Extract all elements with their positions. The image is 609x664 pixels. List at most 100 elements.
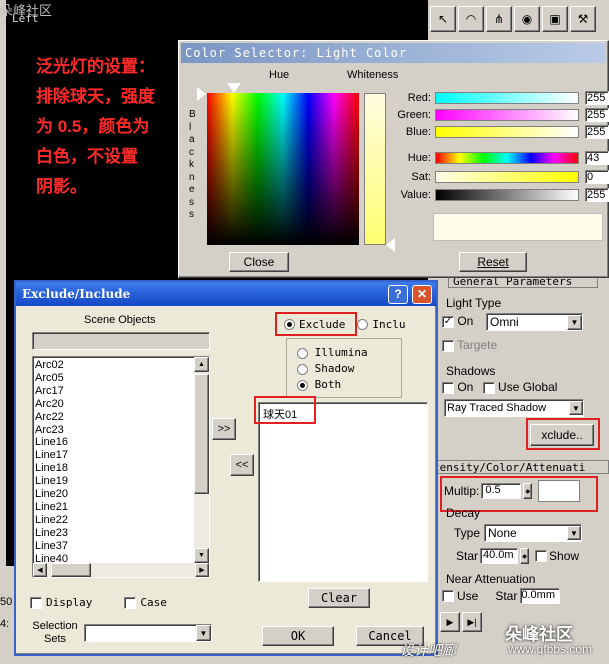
list-item[interactable]: Line23 xyxy=(35,527,207,540)
whiteness-pointer[interactable] xyxy=(386,238,395,252)
list-item[interactable]: Line21 xyxy=(35,501,207,514)
color-selector-titlebar[interactable]: Color Selector: Light Color xyxy=(181,43,606,63)
left-strip-num: 50 xyxy=(0,596,13,608)
hue-pointer-left[interactable] xyxy=(197,87,206,101)
note-line: 阴影。 xyxy=(36,177,87,196)
scene-objects-list[interactable]: Arc02 Arc05 Arc17 Arc20 Arc22 Arc23 Line16 Line… xyxy=(32,356,210,578)
light-type-select[interactable]: Omni ▼ xyxy=(486,313,583,331)
decay-type-select[interactable]: None ▼ xyxy=(484,524,582,542)
display-label: Display xyxy=(46,596,93,609)
blue-slider[interactable] xyxy=(435,125,579,138)
list-item[interactable]: Arc20 xyxy=(35,398,207,411)
shadow-type-select[interactable]: Ray Traced Shadow ▼ xyxy=(444,399,584,417)
utilities-icon[interactable]: ⚒ xyxy=(570,6,596,32)
blackness-label: B l a c k n e s s xyxy=(189,109,196,220)
exclude-titlebar[interactable]: Exclude/Include xyxy=(16,282,436,306)
sat-value[interactable]: 0 xyxy=(585,170,609,184)
shadow-on-label: On xyxy=(457,380,474,394)
scroll-thumb[interactable] xyxy=(194,374,209,494)
chevron-down-icon[interactable]: ▼ xyxy=(196,625,211,641)
list-item[interactable]: Line16 xyxy=(35,436,207,449)
play-icon[interactable]: ▶ xyxy=(440,612,460,632)
hscroll-thumb[interactable] xyxy=(51,563,91,577)
selection-sets-select[interactable]: ▼ xyxy=(84,624,212,642)
include-radio[interactable] xyxy=(357,319,369,330)
list-item[interactable]: Arc02 xyxy=(35,359,207,372)
clear-button[interactable]: Clear xyxy=(308,588,370,608)
chevron-down-icon[interactable]: ▼ xyxy=(567,314,582,330)
command-panel: General Parameters Light Type ✓ On Omni … xyxy=(432,270,609,630)
scene-objects-label: Scene Objects xyxy=(84,314,156,326)
targeted-label: Targete xyxy=(457,338,498,352)
near-start-label: Star xyxy=(495,589,518,603)
blue-value[interactable]: 255 xyxy=(585,124,609,139)
near-start-input[interactable]: 0.0mm xyxy=(520,588,561,604)
scroll-down-icon[interactable]: ▼ xyxy=(194,548,209,563)
whiteness-bar[interactable] xyxy=(364,93,386,245)
show-checkbox[interactable] xyxy=(535,550,548,562)
display-checkbox[interactable] xyxy=(30,596,42,609)
value-value[interactable]: 255 xyxy=(585,188,609,202)
arc-icon[interactable]: ◠ xyxy=(458,6,484,32)
hue-blackness-picker[interactable] xyxy=(207,93,359,245)
decay-start-spinner[interactable]: ◆ xyxy=(520,548,530,564)
hue-slider[interactable] xyxy=(435,152,579,164)
value-slider[interactable] xyxy=(435,189,579,201)
watermark-url: www.qfbbs.com xyxy=(508,642,593,656)
near-atten-label: Near Attenuation xyxy=(446,572,536,586)
list-item[interactable]: Line20 xyxy=(35,488,207,501)
shadow-radio[interactable] xyxy=(297,363,308,375)
list-vscroll[interactable]: ▲ ▼ xyxy=(194,357,209,563)
scene-filter-input[interactable] xyxy=(32,332,210,350)
list-item[interactable]: Line17 xyxy=(35,449,207,462)
list-item[interactable]: Arc22 xyxy=(35,411,207,424)
targeted-checkbox[interactable] xyxy=(442,339,454,352)
note-line: 白色，不设置 xyxy=(36,147,138,166)
both-radio[interactable] xyxy=(297,379,308,391)
color-preview xyxy=(433,213,603,241)
ok-button[interactable]: OK xyxy=(262,626,334,646)
light-on-checkbox[interactable]: ✓ xyxy=(442,315,454,328)
near-use-label: Use xyxy=(457,589,479,603)
case-checkbox[interactable] xyxy=(124,596,137,609)
scroll-up-icon[interactable]: ▲ xyxy=(194,357,209,372)
list-item[interactable]: Line19 xyxy=(35,475,207,488)
list-item[interactable]: Line37 xyxy=(35,540,207,553)
intensity-rollout[interactable]: tensity/Color/Attenuati xyxy=(432,460,609,474)
decay-start-input[interactable]: 40.0m xyxy=(480,548,519,564)
remove-button[interactable]: << xyxy=(230,454,254,476)
red-slider[interactable] xyxy=(435,91,579,104)
list-item[interactable]: Arc05 xyxy=(35,372,207,385)
green-slider[interactable] xyxy=(435,108,579,121)
shadow-on-checkbox[interactable] xyxy=(442,381,454,394)
select-icon[interactable]: ↖ xyxy=(430,6,456,32)
close-button[interactable]: Close xyxy=(229,252,289,272)
green-value[interactable]: 255 xyxy=(585,107,609,122)
display-icon[interactable]: ▣ xyxy=(542,6,568,32)
hue-pointer-top[interactable] xyxy=(227,83,241,93)
list-item[interactable]: Arc23 xyxy=(35,424,207,437)
list-item[interactable]: Arc17 xyxy=(35,385,207,398)
hierarchy-icon[interactable]: ⋔ xyxy=(486,6,512,32)
shadow-on-row: On Use Global xyxy=(442,380,557,394)
next-frame-icon[interactable]: ▶| xyxy=(462,612,482,632)
close-icon[interactable]: ✕ xyxy=(412,285,432,304)
illumination-radio[interactable] xyxy=(297,347,308,359)
motion-icon[interactable]: ◉ xyxy=(514,6,540,32)
list-item[interactable]: Line22 xyxy=(35,514,207,527)
scroll-right-icon[interactable]: ▶ xyxy=(195,563,209,577)
add-button[interactable]: >> xyxy=(212,418,236,440)
list-hscroll[interactable]: ◀ ▶ xyxy=(33,563,209,577)
chevron-down-icon[interactable]: ▼ xyxy=(567,526,581,540)
scroll-left-icon[interactable]: ◀ xyxy=(33,563,47,577)
excluded-list[interactable]: 球天01 xyxy=(258,402,428,582)
near-use-checkbox[interactable] xyxy=(442,590,454,602)
hue-value[interactable]: 43 xyxy=(585,151,609,165)
help-button[interactable]: ? xyxy=(388,285,408,304)
chevron-down-icon[interactable]: ▼ xyxy=(569,401,583,415)
list-item[interactable]: Line18 xyxy=(35,462,207,475)
use-global-checkbox[interactable] xyxy=(482,381,495,394)
red-value[interactable]: 255 xyxy=(585,90,609,105)
sat-slider[interactable] xyxy=(435,171,579,183)
reset-button[interactable]: Reset xyxy=(459,252,527,272)
